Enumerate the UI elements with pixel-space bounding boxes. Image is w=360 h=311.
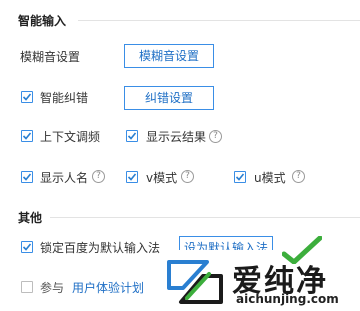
fuzzy-label: 模糊音设置 (20, 50, 81, 64)
show-names-checkbox[interactable] (21, 171, 33, 183)
experience-plan-link[interactable]: 用户体验计划 (72, 279, 144, 296)
lock-default-label: 锁定百度为默认输入法 (40, 241, 161, 255)
checkmark-icon (127, 173, 137, 181)
logo-icon (167, 260, 223, 304)
help-icon[interactable]: ? (92, 170, 105, 183)
correction-settings-button[interactable]: 纠错设置 (124, 86, 214, 110)
watermark-url: aichunjing.com (236, 292, 339, 306)
experience-label: 参与 (40, 281, 65, 295)
help-icon[interactable]: ? (292, 170, 305, 183)
settings-panel: 智能输入 模糊音设置 模糊音设置 智能纠错 纠错设置 上下文调频 显示云结果 ?… (0, 0, 360, 311)
section-divider (78, 20, 360, 21)
lock-default-checkbox[interactable] (21, 241, 33, 253)
help-icon[interactable]: ? (181, 170, 194, 183)
fuzzy-settings-button[interactable]: 模糊音设置 (124, 44, 214, 68)
checkmark-icon (22, 132, 32, 140)
checkmark-icon (22, 173, 32, 181)
v-mode-checkbox[interactable] (126, 171, 138, 183)
checkmark-icon (235, 173, 245, 181)
correction-label: 智能纠错 (40, 91, 89, 105)
v-mode-label: v模式 (146, 171, 178, 185)
checkmark-icon (22, 93, 32, 101)
u-mode-label: u模式 (254, 171, 286, 185)
correction-checkbox[interactable] (21, 91, 33, 103)
show-names-label: 显示人名 (40, 171, 89, 185)
cloud-results-label: 显示云结果 (146, 130, 207, 144)
u-mode-checkbox[interactable] (234, 171, 246, 183)
context-label: 上下文调频 (40, 130, 101, 144)
section-title-other: 其他 (18, 211, 43, 225)
checkmark-icon (127, 132, 137, 140)
experience-checkbox[interactable] (21, 281, 33, 293)
checkmark-icon (22, 243, 32, 251)
section-divider (50, 217, 360, 218)
cloud-results-checkbox[interactable] (126, 130, 138, 142)
section-title-smart-input: 智能输入 (18, 14, 67, 28)
help-icon[interactable]: ? (209, 130, 222, 143)
context-checkbox[interactable] (21, 130, 33, 142)
